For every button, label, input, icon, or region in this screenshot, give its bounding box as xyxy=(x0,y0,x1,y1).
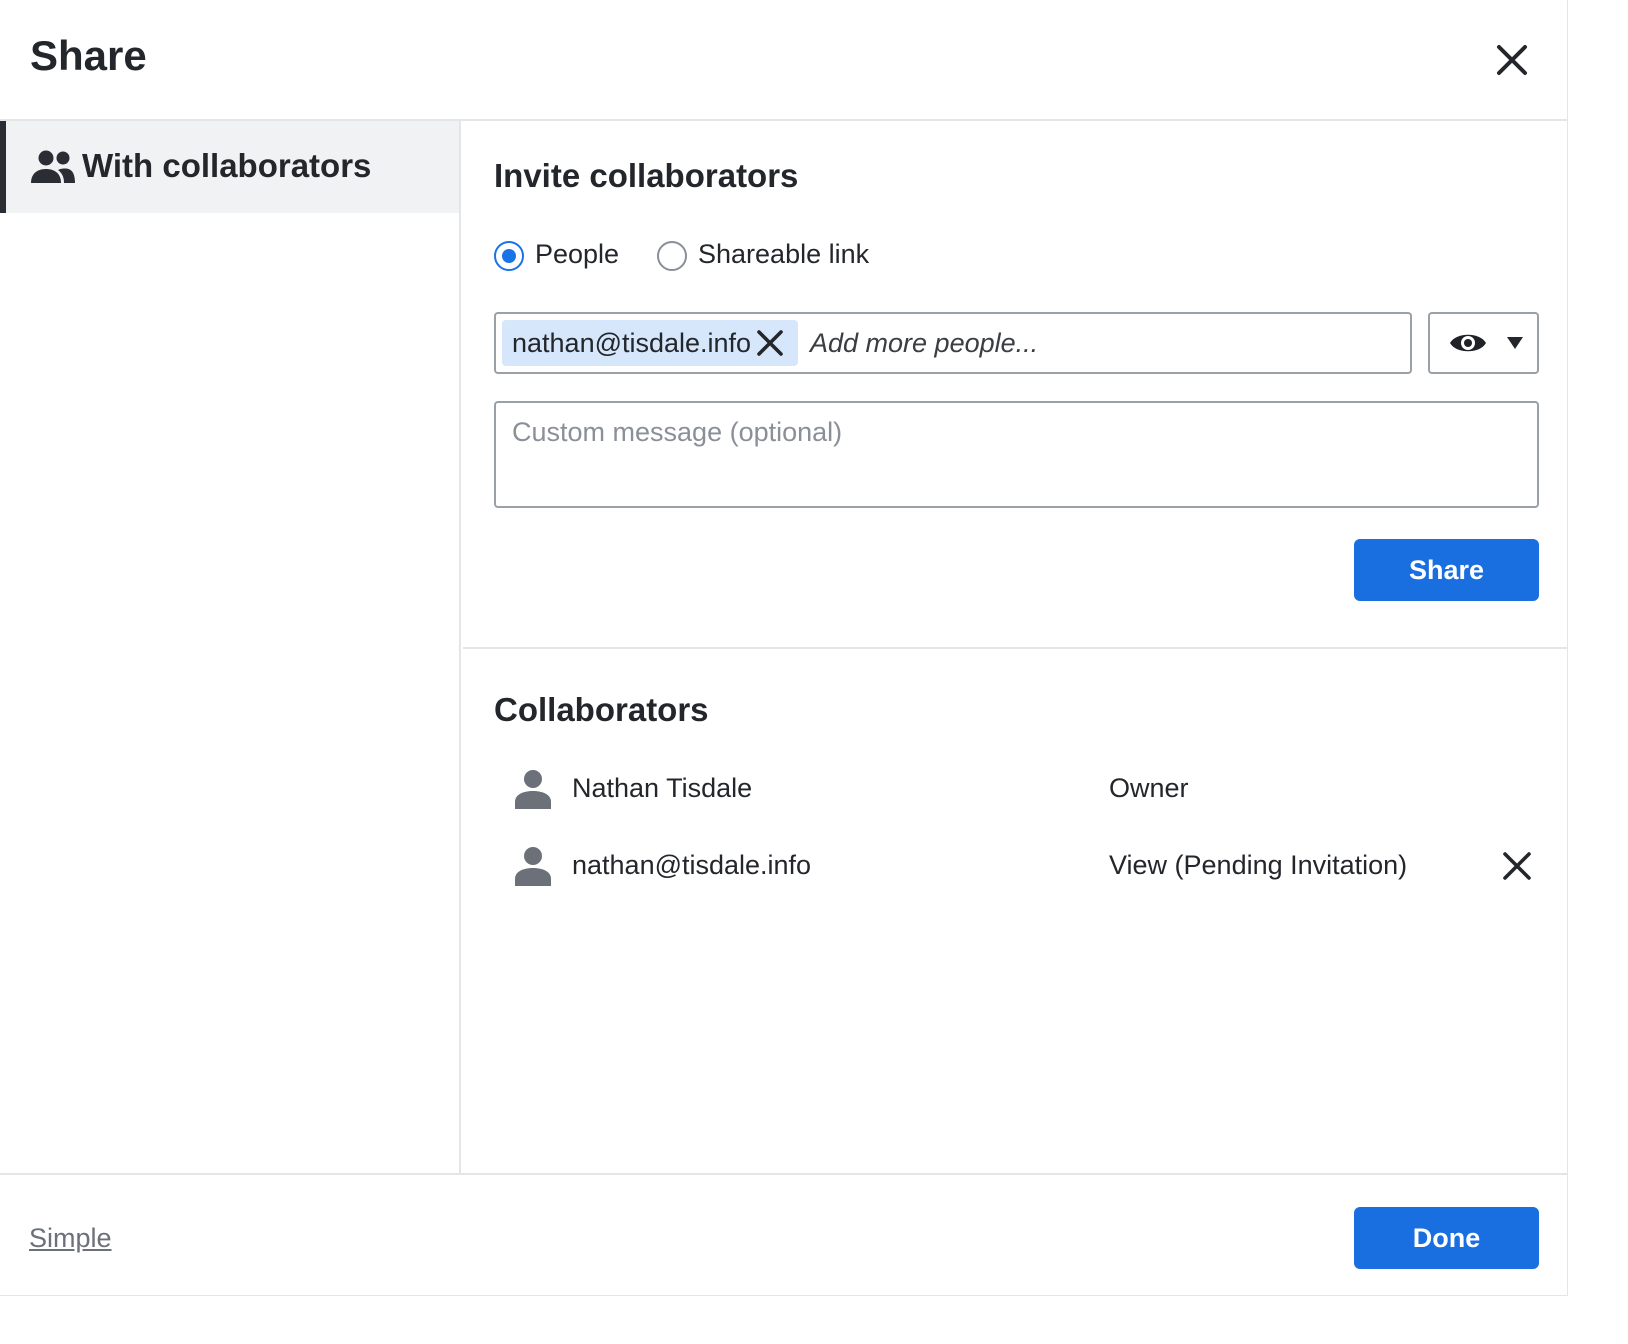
sidebar-item-with-collaborators[interactable]: With collaborators xyxy=(0,121,459,213)
people-icon xyxy=(31,150,75,183)
custom-message-textarea[interactable] xyxy=(496,403,1537,506)
close-icon xyxy=(1497,45,1527,75)
main-panel: Invite collaborators People Shareable li… xyxy=(463,121,1568,1173)
collaborator-role: View (Pending Invitation) xyxy=(1109,850,1408,880)
collaborator-name: Nathan Tisdale xyxy=(572,773,753,803)
collaborator-row: nathan@tisdale.info View (Pending Invita… xyxy=(494,842,1554,892)
collaborator-role: Owner xyxy=(1109,773,1189,803)
done-button[interactable]: Done xyxy=(1354,1207,1539,1269)
close-button[interactable] xyxy=(1490,38,1534,82)
radio-shareable-link-label: Shareable link xyxy=(698,239,870,269)
sidebar: With collaborators xyxy=(0,121,461,1173)
permission-dropdown[interactable] xyxy=(1428,312,1539,374)
section-divider xyxy=(463,647,1568,649)
remove-chip-icon[interactable] xyxy=(754,327,786,359)
eye-icon xyxy=(1450,334,1486,352)
radio-shareable-link-indicator[interactable] xyxy=(657,241,687,271)
recipient-chip-email: nathan@tisdale.info xyxy=(512,328,752,358)
sidebar-item-label: With collaborators xyxy=(82,147,372,184)
simple-link[interactable]: Simple xyxy=(29,1223,112,1254)
person-icon xyxy=(515,847,551,886)
dialog-footer: Simple Done xyxy=(0,1173,1568,1296)
recipient-chip: nathan@tisdale.info xyxy=(502,320,798,366)
share-button[interactable]: Share xyxy=(1354,539,1539,601)
chevron-down-icon xyxy=(1507,337,1523,349)
dialog-header: Share xyxy=(0,0,1568,121)
share-dialog: Share With collaborators Invite collabor… xyxy=(0,0,1568,1296)
invite-heading: Invite collaborators xyxy=(494,157,799,194)
custom-message-field[interactable] xyxy=(494,401,1539,508)
add-more-people-placeholder[interactable]: Add more people... xyxy=(810,328,1038,359)
dialog-title: Share xyxy=(30,32,147,79)
person-icon xyxy=(515,770,551,809)
radio-people-indicator[interactable] xyxy=(494,241,524,271)
people-input[interactable]: nathan@tisdale.info Add more people... xyxy=(494,312,1412,374)
radio-people-label: People xyxy=(535,239,620,269)
collaborator-name: nathan@tisdale.info xyxy=(572,850,812,880)
collaborator-row: Nathan Tisdale Owner xyxy=(494,765,1554,815)
collaborators-heading: Collaborators xyxy=(494,691,709,728)
remove-collaborator-icon[interactable] xyxy=(1499,848,1535,884)
